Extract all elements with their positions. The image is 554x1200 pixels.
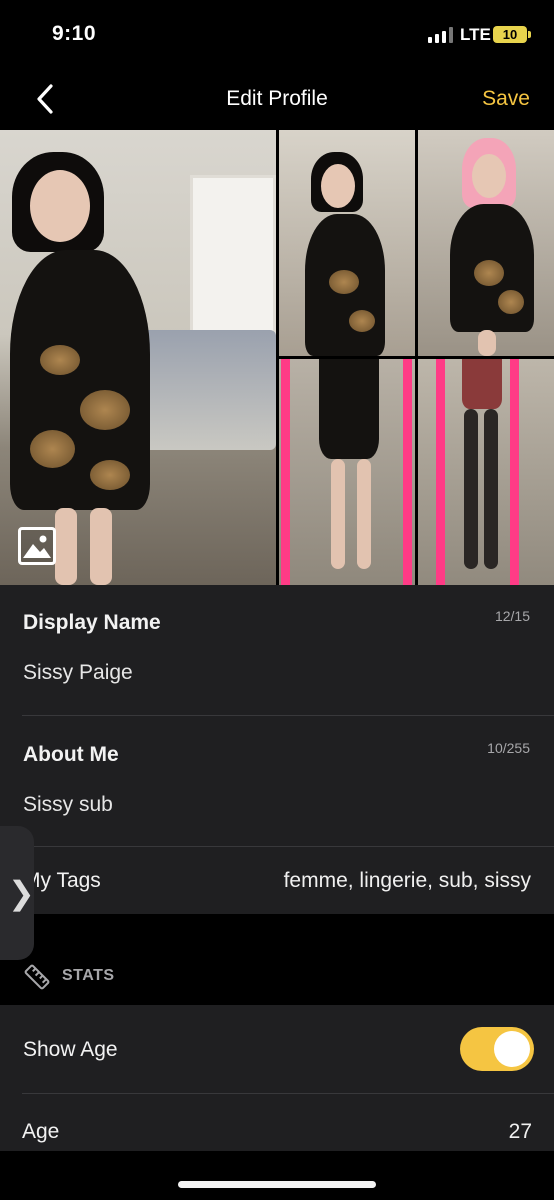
photo-subject-face bbox=[472, 154, 506, 198]
about-me-input[interactable]: Sissy sub bbox=[23, 793, 113, 817]
mirror-frame bbox=[403, 359, 412, 585]
my-tags-row[interactable]: My Tags femme, lingerie, sub, sissy bbox=[0, 847, 554, 914]
profile-photo-4[interactable] bbox=[279, 359, 415, 585]
photo-subject-leg bbox=[478, 330, 496, 356]
my-tags-value[interactable]: femme, lingerie, sub, sissy bbox=[284, 869, 531, 893]
battery-icon: 10 bbox=[493, 26, 531, 43]
toggle-knob bbox=[494, 1031, 530, 1067]
signal-strength-icon bbox=[428, 27, 456, 43]
nav-bar: Edit Profile Save bbox=[0, 72, 554, 130]
profile-photo-5[interactable] bbox=[418, 359, 554, 585]
dress-sequin bbox=[498, 290, 524, 314]
profile-photo-2[interactable] bbox=[279, 130, 415, 356]
photo-background-window bbox=[190, 175, 276, 335]
save-button[interactable]: Save bbox=[482, 87, 530, 111]
status-bar: 9:10 LTE 10 bbox=[0, 0, 554, 72]
photo-subject-leg bbox=[484, 409, 498, 569]
age-value[interactable]: 27 bbox=[509, 1120, 532, 1144]
image-gallery-icon[interactable] bbox=[18, 527, 56, 565]
status-time: 9:10 bbox=[52, 22, 97, 45]
show-age-toggle[interactable] bbox=[460, 1027, 534, 1071]
mirror-frame bbox=[510, 359, 519, 585]
home-indicator[interactable] bbox=[178, 1181, 376, 1188]
dress-sequin bbox=[474, 260, 504, 286]
age-row[interactable]: Age 27 bbox=[0, 1094, 554, 1151]
profile-fields-card: Display Name 12/15 Sissy Paige About Me … bbox=[0, 585, 554, 914]
ruler-icon bbox=[24, 964, 50, 990]
about-me-field[interactable]: About Me 10/255 Sissy sub bbox=[0, 716, 554, 847]
dress-sequin bbox=[40, 345, 80, 375]
display-name-input[interactable]: Sissy Paige bbox=[23, 661, 133, 685]
network-type: LTE bbox=[460, 25, 491, 44]
dress-sequin bbox=[80, 390, 130, 430]
stats-card: Show Age Age 27 bbox=[0, 1005, 554, 1151]
photo-background-bed bbox=[130, 330, 276, 450]
profile-photo-3[interactable] bbox=[418, 130, 554, 356]
profile-photo-main[interactable] bbox=[0, 130, 276, 585]
photo-subject-leg bbox=[90, 508, 112, 585]
display-name-label: Display Name bbox=[23, 611, 161, 634]
about-me-label: About Me bbox=[23, 743, 119, 766]
about-me-counter: 10/255 bbox=[487, 740, 530, 756]
dress-sequin bbox=[30, 430, 75, 468]
side-drawer-tab[interactable]: ❯ bbox=[0, 826, 35, 960]
chevron-right-icon: ❯ bbox=[8, 875, 35, 911]
mirror-frame bbox=[281, 359, 290, 585]
dress-sequin bbox=[90, 460, 130, 490]
photo-subject-face bbox=[321, 164, 355, 208]
dress-sequin bbox=[329, 270, 359, 294]
show-age-label: Show Age bbox=[23, 1038, 118, 1061]
photo-subject-leg bbox=[464, 409, 478, 569]
photo-subject-leg bbox=[55, 508, 77, 585]
photo-subject-dress bbox=[319, 359, 379, 459]
show-age-row: Show Age bbox=[0, 1005, 554, 1093]
display-name-counter: 12/15 bbox=[494, 608, 530, 624]
dress-sequin bbox=[349, 310, 375, 332]
image-glyph bbox=[23, 535, 51, 558]
photo-subject-leg bbox=[331, 459, 345, 569]
page-title: Edit Profile bbox=[226, 87, 328, 110]
display-name-field[interactable]: Display Name 12/15 Sissy Paige bbox=[0, 585, 554, 716]
photo-subject-face bbox=[30, 170, 90, 242]
stats-section-label: STATS bbox=[62, 967, 115, 984]
photo-grid bbox=[0, 130, 554, 585]
age-label: Age bbox=[22, 1120, 60, 1143]
photo-subject-top bbox=[462, 359, 502, 409]
mirror-frame bbox=[436, 359, 445, 585]
photo-subject-leg bbox=[357, 459, 371, 569]
